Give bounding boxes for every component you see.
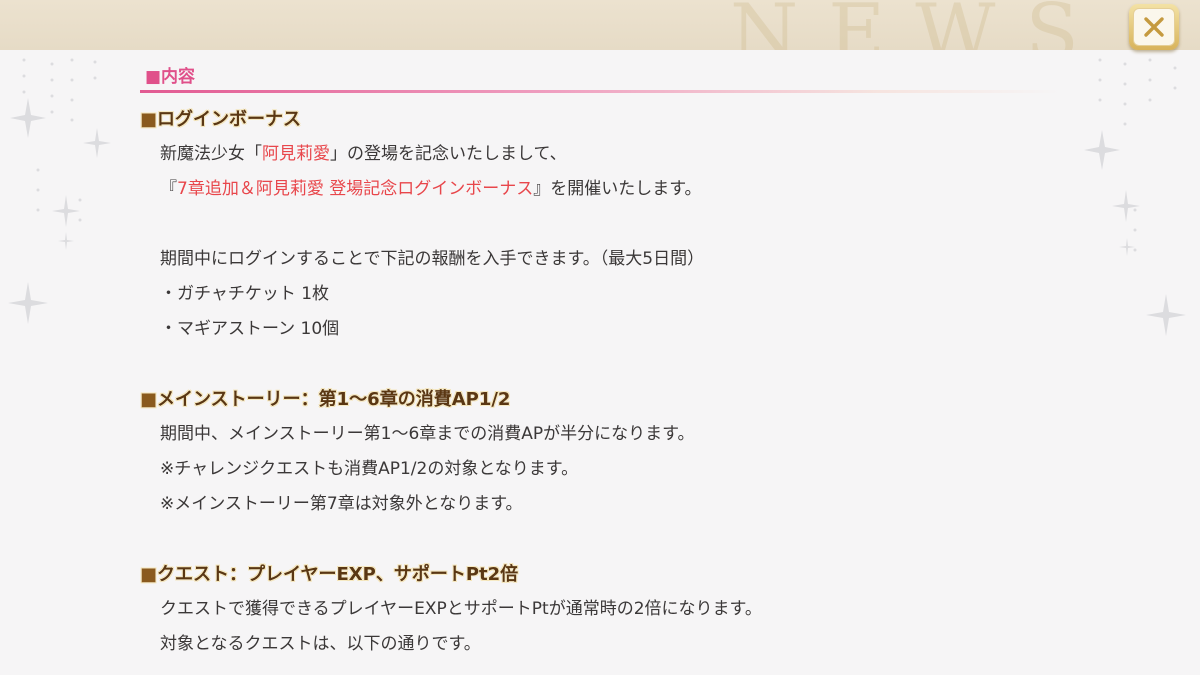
login-bonus-line-3: 期間中にログインすることで下記の報酬を入手できます。（最大5日間） (160, 249, 705, 269)
login-bonus-line-2: 『7章追加＆阿見莉愛 登場記念ログインボーナス』を開催いたします。 (140, 172, 1040, 207)
section-title: ■内容 (145, 67, 196, 87)
main-story-line-2: ※チャレンジクエストも消費AP1/2の対象となります。 (160, 459, 579, 479)
heading-square-icon: ■ (140, 389, 158, 410)
news-header: NEWS (0, 0, 1200, 50)
quest-heading-text: クエスト：プレイヤーEXP、サポートPt2倍 (157, 564, 519, 585)
text-segment: 『 (160, 179, 177, 199)
heading-square-icon: ■ (140, 564, 158, 585)
text-segment: 新魔法少女「 (160, 144, 262, 164)
close-button[interactable] (1129, 4, 1179, 50)
title-divider (140, 90, 1060, 93)
main-story-line-3: ※メインストーリー第7章は対象外となります。 (160, 494, 523, 514)
news-watermark: NEWS (730, 0, 1109, 50)
close-icon (1144, 17, 1164, 37)
reward-item: ・マギアストーン 10個 (160, 319, 340, 339)
main-story-heading: ■メインストーリー：第1～6章の消費AP1/2 (140, 382, 1040, 417)
news-content: ■ログインボーナス 新魔法少女「阿見莉愛」の登場を記念いたしまして、 『7章追加… (140, 102, 1040, 662)
text-segment: 』を開催いたします。 (533, 179, 702, 199)
main-story-line-1: 期間中、メインストーリー第1～6章までの消費APが半分になります。 (160, 424, 695, 444)
text-segment: 」の登場を記念いたしまして、 (330, 144, 567, 164)
close-button-face[interactable] (1133, 8, 1175, 46)
login-bonus-heading: ■ログインボーナス (140, 102, 1040, 137)
heading-square-icon: ■ (140, 109, 158, 130)
quest-heading: ■クエスト：プレイヤーEXP、サポートPt2倍 (140, 557, 1040, 592)
event-name-highlight: 7章追加＆阿見莉愛 登場記念ログインボーナス (177, 179, 534, 199)
login-bonus-heading-text: ログインボーナス (157, 109, 302, 130)
character-name-highlight: 阿見莉愛 (262, 144, 330, 164)
reward-item: ・ガチャチケット 1枚 (160, 284, 330, 304)
sparkle-decoration-right (1084, 58, 1186, 336)
sparkle-decoration-left (8, 58, 111, 324)
main-story-heading-text: メインストーリー：第1～6章の消費AP1/2 (157, 389, 511, 410)
quest-line-2: 対象となるクエストは、以下の通りです。 (160, 634, 481, 654)
login-bonus-line-1: 新魔法少女「阿見莉愛」の登場を記念いたしまして、 (140, 137, 1040, 172)
quest-line-1: クエストで獲得できるプレイヤーEXPとサポートPtが通常時の2倍になります。 (160, 599, 762, 619)
